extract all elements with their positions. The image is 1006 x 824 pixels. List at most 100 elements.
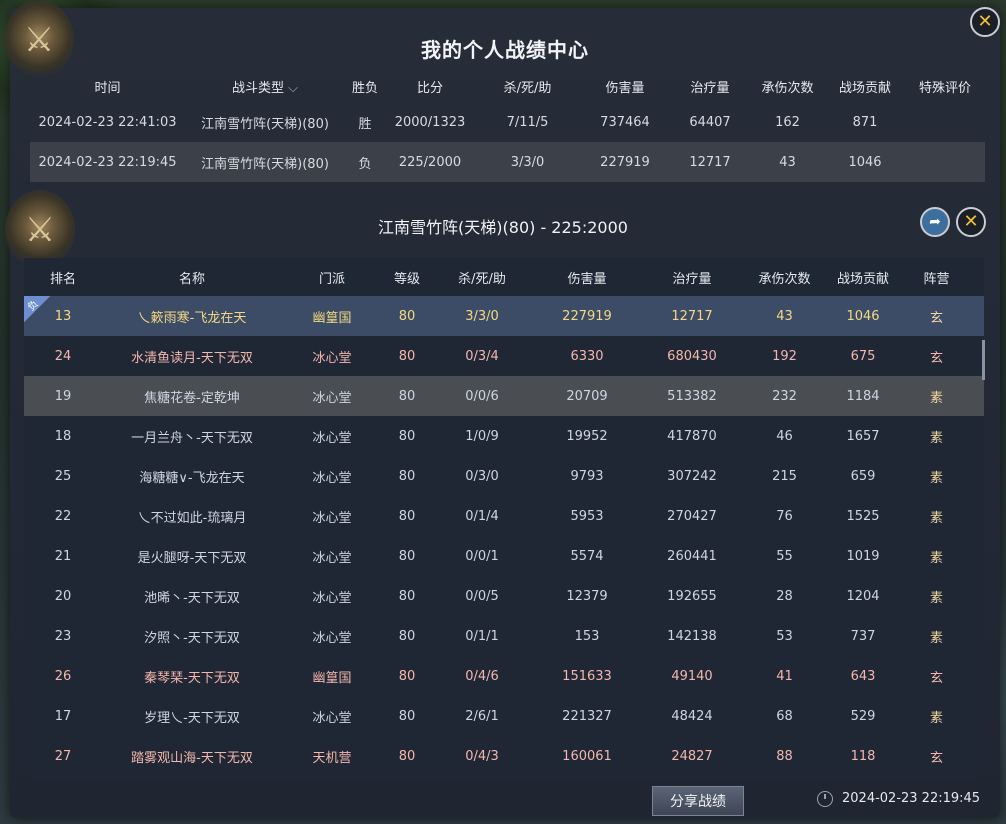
cell-damage: 9793 [570, 468, 604, 484]
cell-contribution: 643 [850, 668, 876, 684]
cell-hits: 76 [776, 508, 793, 524]
cell-hits: 46 [776, 428, 793, 444]
cell-healing: 12717 [671, 308, 713, 324]
cell-sect: 幽篁国 [312, 310, 352, 326]
col-healing: 治疗量 [690, 80, 730, 96]
cell-name: 乀簌雨寒-飞龙在天 [137, 310, 247, 326]
cell-rank: 25 [54, 468, 72, 484]
cell-rank: 20 [54, 588, 72, 604]
player-row[interactable]: 18 一月兰舟丶-天下无双 冰心堂 80 1/0/9 19952 417870 46 1657 素 [24, 416, 984, 456]
cell-camp: 玄 [929, 350, 943, 366]
cell-contribution: 1204 [846, 588, 880, 604]
player-row[interactable]: 27 踏雾观山海-天下无双 天机营 80 0/4/3 160061 24827 88 118 玄 [24, 736, 984, 776]
cell-sect: 冰心堂 [312, 590, 352, 606]
battle-detail-table: 排名 名称 门派 等级 杀/死/助 伤害量 治疗量 承伤次数 战场贡献 阵营 负… [24, 258, 984, 778]
cell-hits: 68 [776, 708, 793, 724]
cell-kda: 0/3/0 [465, 468, 499, 484]
col-result: 胜负 [351, 80, 378, 96]
col-healing: 治疗量 [672, 271, 712, 287]
cell-contribution: 1184 [846, 388, 880, 404]
cell-sect: 冰心堂 [312, 550, 352, 566]
cell-level: 80 [398, 708, 416, 724]
battle-timestamp: 2024-02-23 22:19:45 [842, 791, 981, 806]
player-row[interactable]: 21 是火腿呀-天下无双 冰心堂 80 0/0/1 5574 260441 55 1019 素 [24, 536, 984, 576]
cell-hits: 232 [772, 388, 797, 404]
cell-healing: 680430 [667, 348, 717, 364]
col-hits-taken: 承伤次数 [761, 80, 814, 96]
cell-hits: 43 [776, 308, 793, 324]
cell-name: 踏雾观山海-天下无双 [131, 750, 253, 766]
player-row[interactable]: 22 乀不过如此-琉璃月 冰心堂 80 0/1/4 5953 270427 76 1525 素 [24, 496, 984, 536]
col-kda: 杀/死/助 [458, 271, 506, 287]
col-sect: 门派 [318, 271, 345, 287]
cell-kda: 0/3/4 [465, 348, 499, 364]
cell-rank: 26 [54, 668, 72, 684]
col-damage: 伤害量 [567, 271, 607, 287]
table-row-selected[interactable]: 2024-02-23 22:19:45 江南雪竹阵(天梯)(80) 负 225/… [30, 142, 985, 182]
cell-sect: 冰心堂 [312, 710, 352, 726]
cell-camp: 素 [929, 710, 943, 726]
share-record-button[interactable]: 分享战绩 [652, 786, 744, 816]
player-row[interactable]: 23 汐照丶-天下无双 冰心堂 80 0/1/1 153 142138 53 737 素 [24, 616, 984, 656]
cell-contribution: 659 [850, 468, 876, 484]
table-header: 时间 战斗类型 ⌵ 胜负 比分 杀/死/助 伤害量 治疗量 承伤次数 战场贡献 … [30, 70, 985, 102]
share-icon[interactable]: ➦ [920, 207, 950, 237]
col-camp: 阵营 [923, 271, 950, 287]
cell-damage: 19952 [566, 428, 608, 444]
cell-kda: 0/0/5 [465, 588, 499, 604]
player-row[interactable]: 19 焦糖花卷-定乾坤 冰心堂 80 0/0/6 20709 513382 232 1184 素 [24, 376, 984, 416]
player-row[interactable]: 17 岁理乀-天下无双 冰心堂 80 2/6/1 221327 48424 68 529 素 [24, 696, 984, 736]
cell-healing: 24827 [671, 748, 713, 764]
player-row[interactable]: 24 水清鱼读月-天下无双 冰心堂 80 0/3/4 6330 680430 192 675 玄 [24, 336, 984, 376]
col-rank: 排名 [49, 271, 76, 287]
cell-sect: 冰心堂 [312, 470, 352, 486]
cell-damage: 227919 [562, 308, 612, 324]
cell-level: 80 [398, 748, 416, 764]
table-row[interactable]: 2024-02-23 22:41:03 江南雪竹阵(天梯)(80) 胜 2000… [30, 102, 985, 142]
cell-sect: 冰心堂 [312, 430, 352, 446]
col-battle-type[interactable]: 战斗类型 ⌵ [185, 77, 345, 96]
cell-healing: 260441 [667, 548, 717, 564]
cell-kda: 0/4/6 [465, 668, 499, 684]
close-detail-button[interactable]: ✕ [956, 207, 986, 237]
cell-healing: 192655 [667, 588, 717, 604]
cell-kda: 0/1/4 [465, 508, 499, 524]
player-row[interactable]: 20 池晞丶-天下无双 冰心堂 80 0/0/5 12379 192655 28 1204 素 [24, 576, 984, 616]
cell-name: 池晞丶-天下无双 [144, 590, 240, 606]
col-contribution: 战场贡献 [836, 271, 889, 287]
cell-healing: 142138 [667, 628, 717, 644]
cell-healing: 307242 [667, 468, 717, 484]
cell-damage: 20709 [566, 388, 608, 404]
player-row[interactable]: 26 秦琴琹-天下无双 幽篁国 80 0/4/6 151633 49140 41 643 玄 [24, 656, 984, 696]
cell-level: 80 [398, 588, 416, 604]
player-row[interactable]: 25 海糖糖∨-飞龙在天 冰心堂 80 0/3/0 9793 307242 215 659 素 [24, 456, 984, 496]
cell-contribution: 1046 [846, 308, 880, 324]
filter-chevron-icon[interactable]: ⌵ [288, 81, 298, 96]
cell-hits: 28 [776, 588, 793, 604]
col-time: 时间 [94, 80, 121, 96]
cell-rank: 17 [54, 708, 72, 724]
cell-camp: 素 [929, 550, 943, 566]
col-damage: 伤害量 [605, 80, 645, 96]
cell-hits: 41 [776, 668, 793, 684]
close-window-button[interactable]: ✕ [970, 7, 1000, 37]
cell-level: 80 [398, 348, 416, 364]
close-icon: ✕ [977, 11, 993, 32]
personal-record-table: 时间 战斗类型 ⌵ 胜负 比分 杀/死/助 伤害量 治疗量 承伤次数 战场贡献 … [30, 70, 985, 182]
emblem-icon: ⚔ [4, 0, 74, 80]
cell-kda: 0/1/1 [465, 628, 499, 644]
cell-camp: 玄 [929, 670, 943, 686]
cell-level: 80 [398, 468, 416, 484]
battle-detail-title: 江南雪竹阵(天梯)(80) - 225:2000 [378, 218, 628, 237]
cell-contribution: 675 [850, 348, 876, 364]
cell-level: 80 [398, 548, 416, 564]
cell-contribution: 118 [850, 748, 876, 764]
col-kda: 杀/死/助 [503, 80, 552, 96]
cell-name: 秦琴琹-天下无双 [144, 670, 240, 686]
player-row-self[interactable]: 负 13 乀簌雨寒-飞龙在天 幽篁国 80 3/3/0 227919 12717 43 1046 玄 [24, 296, 984, 336]
cell-sect: 冰心堂 [312, 510, 352, 526]
cell-rank: 23 [54, 628, 72, 644]
cell-level: 80 [398, 508, 416, 524]
cell-damage: 5574 [570, 548, 604, 564]
scrollbar[interactable] [982, 340, 985, 380]
